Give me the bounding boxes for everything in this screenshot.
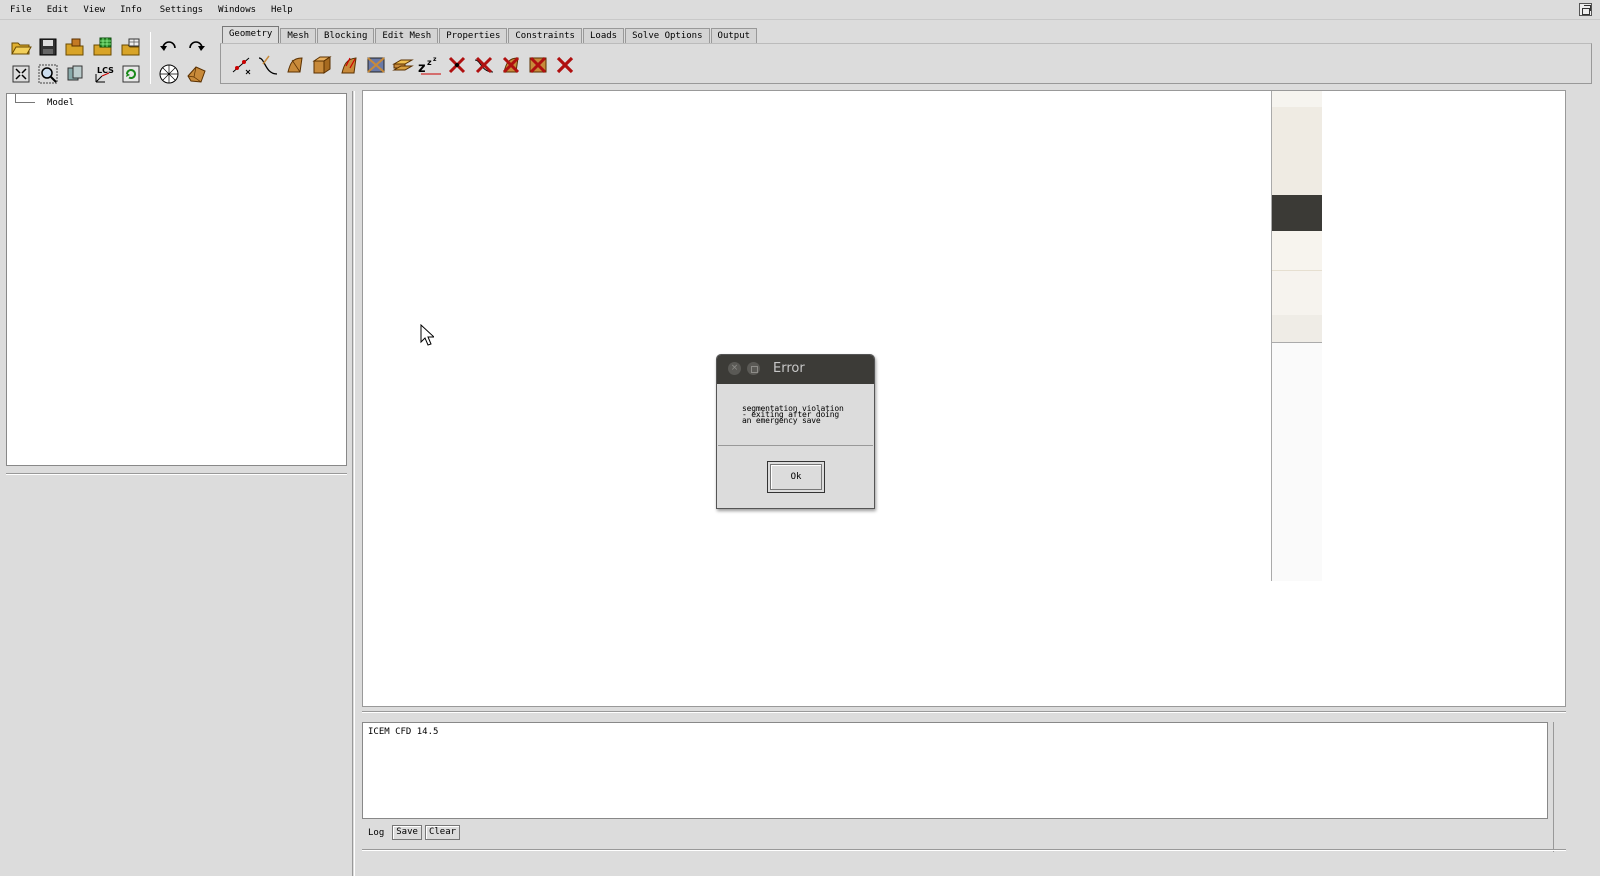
- dialog-body: segmentation violation - exiting after d…: [718, 384, 873, 446]
- open-mesh-icon[interactable]: [90, 34, 116, 60]
- ok-button[interactable]: Ok: [767, 461, 825, 493]
- tree-connector: [15, 94, 16, 102]
- delete-any-entity-icon[interactable]: [551, 52, 578, 78]
- create-body-icon[interactable]: [308, 52, 335, 78]
- utility-toolbar: LCS: [6, 30, 216, 86]
- local-coordinate-system-icon[interactable]: LCS: [90, 61, 116, 87]
- tree-root-model[interactable]: Model: [47, 98, 74, 108]
- tab-mesh[interactable]: Mesh: [280, 28, 317, 43]
- menu-view[interactable]: View: [83, 5, 105, 15]
- open-project-icon[interactable]: [8, 34, 34, 60]
- create-surface-icon[interactable]: [281, 52, 308, 78]
- create-point-icon[interactable]: [227, 52, 254, 78]
- log-scrollbar[interactable]: [1553, 722, 1561, 852]
- log-checkbox-label[interactable]: Log: [368, 828, 384, 838]
- delete-curve-icon[interactable]: [470, 52, 497, 78]
- create-curve-icon[interactable]: [254, 52, 281, 78]
- wireframe-display-icon[interactable]: [156, 61, 182, 87]
- menu-windows[interactable]: Windows: [218, 5, 256, 15]
- tab-properties[interactable]: Properties: [439, 28, 508, 43]
- svg-text:z: z: [427, 58, 432, 67]
- geometry-tab-pane: zzz: [220, 43, 1592, 84]
- solid-display-icon[interactable]: [183, 61, 209, 87]
- log-save-button[interactable]: Save: [392, 825, 422, 840]
- measure-icon[interactable]: [62, 61, 88, 87]
- svg-text:LCS: LCS: [97, 66, 114, 75]
- save-project-icon[interactable]: [35, 34, 61, 60]
- delete-surface-icon[interactable]: [497, 52, 524, 78]
- close-icon[interactable]: ×: [728, 362, 741, 375]
- log-clear-button[interactable]: Clear: [424, 825, 461, 840]
- open-blocking-icon[interactable]: [118, 34, 144, 60]
- graphics-viewport[interactable]: [362, 90, 1566, 707]
- tree-connector: [15, 102, 35, 103]
- dialog-titlebar[interactable]: × Error: [717, 355, 874, 384]
- tab-solve-options[interactable]: Solve Options: [625, 28, 710, 43]
- vertical-splitter[interactable]: [352, 91, 355, 876]
- message-log[interactable]: ICEM CFD 14.5: [362, 722, 1548, 819]
- menu-bar: File Edit View Info Settings Windows Hel…: [0, 0, 1600, 20]
- log-splitter[interactable]: [362, 711, 1566, 713]
- function-tabs: Geometry Mesh Blocking Edit Mesh Propert…: [222, 26, 758, 44]
- menu-file[interactable]: File: [10, 5, 32, 15]
- menu-help[interactable]: Help: [271, 5, 293, 15]
- tab-blocking[interactable]: Blocking: [317, 28, 375, 43]
- model-tree: Model: [6, 93, 347, 466]
- maximize-icon[interactable]: [747, 362, 760, 375]
- menu-info[interactable]: Info: [120, 5, 142, 15]
- window-restore-icon[interactable]: [1579, 3, 1592, 16]
- toolbar-area: LCS Geometry Mesh Blocking Edit Mesh Pro…: [0, 22, 1600, 86]
- dialog-title: Error: [773, 361, 805, 376]
- undo-icon[interactable]: [156, 34, 182, 60]
- error-message: segmentation violation - exiting after d…: [742, 405, 844, 425]
- redo-icon[interactable]: [183, 34, 209, 60]
- restore-dormant-icon[interactable]: zzz: [416, 52, 443, 78]
- zoom-box-icon[interactable]: [35, 61, 61, 87]
- tab-output[interactable]: Output: [710, 28, 758, 43]
- tab-geometry[interactable]: Geometry: [222, 26, 280, 43]
- geometry-toolbar: zzz: [227, 52, 578, 78]
- log-text: ICEM CFD 14.5: [368, 727, 439, 737]
- menu-edit[interactable]: Edit: [47, 5, 69, 15]
- mouse-cursor-icon: [420, 324, 434, 346]
- bottom-splitter[interactable]: [362, 849, 1566, 851]
- delete-point-icon[interactable]: [443, 52, 470, 78]
- tab-constraints[interactable]: Constraints: [508, 28, 582, 43]
- tab-edit-mesh[interactable]: Edit Mesh: [375, 28, 439, 43]
- tree-splitter[interactable]: [6, 473, 347, 475]
- transform-geometry-icon[interactable]: [389, 52, 416, 78]
- geometry-operations-icon[interactable]: [362, 52, 389, 78]
- fit-window-icon[interactable]: [8, 61, 34, 87]
- stale-side-panel-artifact: [1271, 91, 1322, 581]
- error-dialog: × Error segmentation violation - exiting…: [716, 354, 875, 509]
- log-controls: Log Save Clear: [368, 825, 463, 840]
- delete-body-icon[interactable]: [524, 52, 551, 78]
- svg-text:z: z: [433, 56, 437, 63]
- refresh-icon[interactable]: [118, 61, 144, 87]
- open-geometry-icon[interactable]: [62, 34, 88, 60]
- ok-button-label: Ok: [770, 464, 822, 490]
- tab-loads[interactable]: Loads: [582, 28, 625, 43]
- repair-geometry-icon[interactable]: [335, 52, 362, 78]
- menu-settings[interactable]: Settings: [160, 5, 203, 15]
